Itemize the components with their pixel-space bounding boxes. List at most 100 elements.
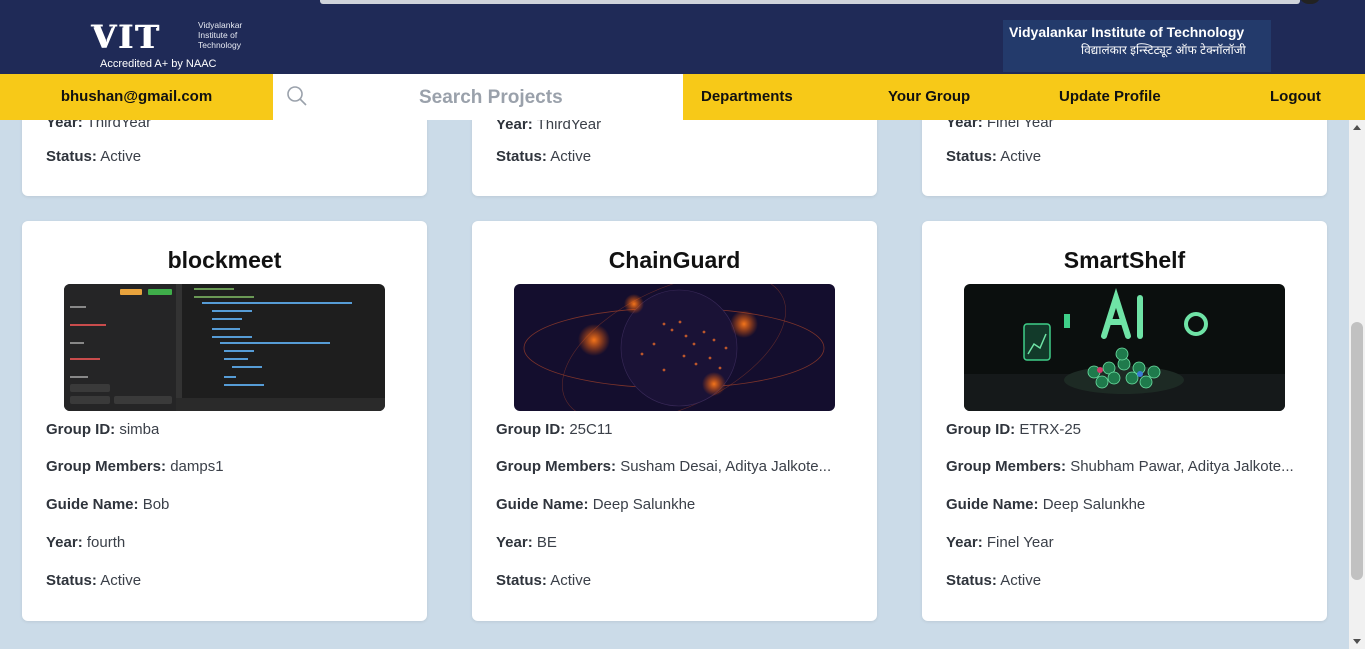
user-email[interactable]: bhushan@gmail.com [0, 74, 273, 120]
status-value: Active [100, 572, 142, 589]
group-members-label: Group Members: [46, 458, 167, 475]
browser-tab-edge [320, 0, 1300, 4]
guide-name-field: Guide Name: Deep Salunkhe [946, 496, 1145, 513]
status-field: Status: Active [946, 572, 1041, 589]
project-card[interactable]: Year: ThirdYear Status: Active [22, 120, 427, 196]
project-thumbnail[interactable] [64, 284, 385, 411]
project-title[interactable]: SmartShelf [922, 247, 1327, 274]
year-value: fourth [86, 534, 126, 551]
project-card-smartshelf[interactable]: SmartShelf Group ID: ETRX-25 Group Membe… [922, 221, 1327, 621]
project-thumbnail[interactable] [964, 284, 1285, 411]
status-field: Status: Active [496, 148, 591, 165]
guide-name-label: Guide Name: [946, 496, 1039, 513]
vit-logo[interactable]: VIT Vidyalankar Institute of Technology … [90, 20, 260, 72]
institute-name-hindi: विद्यालंकार इन्स्टिट्यूट ऑफ टेक्नॉलॉजी [1081, 43, 1246, 57]
search-box[interactable] [273, 74, 683, 120]
status-value: Active [1000, 148, 1042, 165]
group-members-field: Group Members: Shubham Pawar, Aditya Jal… [946, 458, 1306, 475]
nav-logout[interactable]: Logout [1270, 74, 1321, 120]
year-field: Year: ThirdYear [496, 120, 601, 133]
site-header: VIT Vidyalankar Institute of Technology … [0, 10, 1365, 74]
scroll-up-arrow-icon[interactable] [1353, 125, 1361, 130]
guide-name-value: Deep Salunkhe [592, 496, 696, 513]
group-id-field: Group ID: 25C11 [496, 421, 612, 438]
guide-name-value: Bob [142, 496, 170, 513]
year-field: Year: Finel Year [946, 120, 1054, 131]
browser-profile-button[interactable] [1299, 0, 1321, 4]
status-label: Status: [946, 148, 997, 165]
guide-name-field: Guide Name: Deep Salunkhe [496, 496, 695, 513]
status-value: Active [550, 148, 592, 165]
year-label: Year: [946, 534, 983, 551]
nav-update-profile[interactable]: Update Profile [1059, 74, 1161, 120]
project-title[interactable]: blockmeet [22, 247, 427, 274]
status-field: Status: Active [46, 572, 141, 589]
year-label: Year: [46, 120, 83, 131]
ai-coins-image [964, 284, 1285, 411]
guide-name-label: Guide Name: [496, 496, 589, 513]
status-label: Status: [946, 572, 997, 589]
project-card-blockmeet[interactable]: blockmeet Group ID: simba Group Members:… [22, 221, 427, 621]
year-value: ThirdYear [86, 120, 152, 131]
year-field: Year: fourth [46, 534, 125, 551]
status-label: Status: [46, 572, 97, 589]
year-label: Year: [46, 534, 83, 551]
globe-network-image [514, 284, 835, 411]
group-members-label: Group Members: [946, 458, 1067, 475]
project-title[interactable]: ChainGuard [472, 247, 877, 274]
group-id-value: ETRX-25 [1019, 421, 1082, 438]
nav-your-group[interactable]: Your Group [888, 74, 970, 120]
status-field: Status: Active [46, 148, 141, 165]
group-members-value: Susham Desai, Aditya Jalkote... [620, 458, 832, 475]
group-members-value: damps1 [170, 458, 224, 475]
year-value: Finel Year [986, 120, 1054, 131]
logo-institute-name: Vidyalankar Institute of Technology [198, 20, 243, 50]
year-field: Year: ThirdYear [46, 120, 151, 131]
project-card[interactable]: Year: ThirdYear Status: Active [472, 120, 877, 196]
group-id-value: simba [119, 421, 160, 438]
status-label: Status: [496, 572, 547, 589]
browser-top-strip [0, 0, 1365, 10]
status-value: Active [550, 572, 592, 589]
group-id-value: 25C11 [569, 421, 613, 438]
guide-name-field: Guide Name: Bob [46, 496, 169, 513]
search-input[interactable] [333, 82, 663, 114]
scroll-down-arrow-icon[interactable] [1353, 639, 1361, 644]
group-members-field: Group Members: Susham Desai, Aditya Jalk… [496, 458, 856, 475]
group-id-field: Group ID: simba [46, 421, 159, 438]
guide-name-value: Deep Salunkhe [1042, 496, 1146, 513]
page-scrollbar[interactable] [1349, 120, 1365, 649]
year-value: Finel Year [986, 534, 1054, 551]
logo-accreditation: Accredited A+ by NAAC [100, 58, 217, 70]
year-label: Year: [496, 120, 533, 133]
status-label: Status: [46, 148, 97, 165]
year-value: BE [536, 534, 557, 551]
group-id-field: Group ID: ETRX-25 [946, 421, 1081, 438]
projects-grid: Year: ThirdYear Status: Active Year: Thi… [0, 120, 1349, 649]
year-field: Year: BE [496, 534, 557, 551]
year-value: ThirdYear [536, 120, 602, 133]
scrollbar-thumb[interactable] [1351, 322, 1363, 580]
status-value: Active [100, 148, 142, 165]
year-label: Year: [946, 120, 983, 131]
group-members-value: Shubham Pawar, Aditya Jalkote... [1070, 458, 1294, 475]
project-card-chainguard[interactable]: ChainGuard Group ID: 25C11 Group Members… [472, 221, 877, 621]
group-id-label: Group ID: [496, 421, 566, 438]
institute-name-english: Vidyalankar Institute of Technology [1009, 24, 1245, 40]
nav-departments[interactable]: Departments [701, 74, 793, 120]
status-label: Status: [496, 148, 547, 165]
group-members-field: Group Members: damps1 [46, 458, 406, 475]
year-label: Year: [496, 534, 533, 551]
search-icon[interactable] [287, 86, 307, 106]
year-field: Year: Finel Year [946, 534, 1054, 551]
institute-banner: Vidyalankar Institute of Technology विद्… [1003, 20, 1271, 72]
main-navbar: bhushan@gmail.com Departments Your Group… [0, 74, 1365, 120]
status-value: Active [1000, 572, 1042, 589]
group-id-label: Group ID: [46, 421, 116, 438]
project-thumbnail[interactable] [514, 284, 835, 411]
project-card[interactable]: Year: Finel Year Status: Active [922, 120, 1327, 196]
group-members-label: Group Members: [496, 458, 617, 475]
status-field: Status: Active [496, 572, 591, 589]
code-editor-image [64, 284, 385, 411]
logo-wordmark: VIT [92, 18, 162, 56]
